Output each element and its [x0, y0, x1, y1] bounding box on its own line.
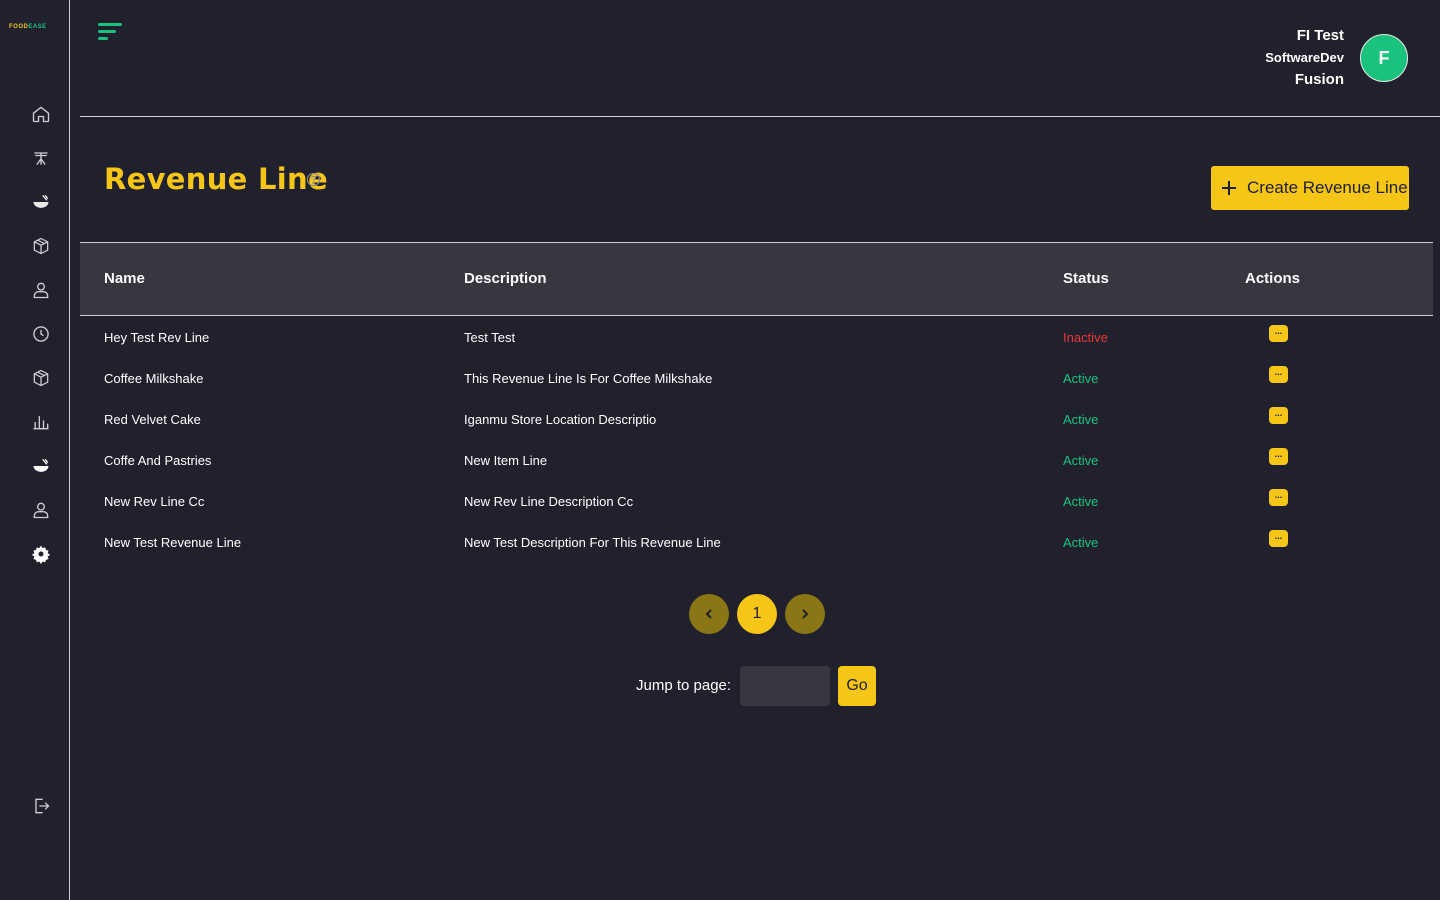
row-name: Hey Test Rev Line: [104, 330, 210, 345]
logo-text-ease: EASE: [28, 24, 47, 30]
home-icon: [32, 106, 50, 123]
row-description: Iganmu Store Location Descriptio: [464, 412, 657, 427]
sidebar-item-settings[interactable]: [29, 542, 53, 566]
user-name: FI Test: [1296, 27, 1344, 44]
sidebar-item-menu[interactable]: [29, 454, 53, 478]
chevron-left-icon: [705, 609, 712, 619]
table-row: Coffe And Pastries New Item Line Active …: [80, 439, 1433, 480]
jump-to-page-input[interactable]: [740, 666, 830, 706]
sidebar-item-home[interactable]: [29, 102, 53, 126]
box-icon: [33, 369, 49, 387]
user-info: FI Test SoftwareDev Fusion: [1265, 26, 1344, 90]
logo-text-food: FOOD: [9, 24, 29, 30]
chevron-right-icon: [802, 609, 809, 619]
row-actions-button[interactable]: ...: [1269, 407, 1288, 424]
row-description: New Item Line: [464, 453, 548, 468]
row-actions-button[interactable]: ...: [1269, 489, 1288, 506]
column-header-actions: Actions: [1245, 270, 1301, 287]
row-name: Coffee Milkshake: [104, 371, 204, 386]
menu-toggle-icon[interactable]: [98, 22, 124, 42]
more-icon: ...: [1274, 531, 1283, 541]
jump-to-page-label: Jump to page:: [636, 677, 732, 694]
row-actions-button[interactable]: ...: [1269, 325, 1288, 342]
sidebar-item-products[interactable]: [29, 366, 53, 390]
previous-page-button[interactable]: [689, 594, 729, 634]
row-name: New Test Revenue Line: [104, 535, 242, 550]
sidebar-item-inventory[interactable]: [29, 234, 53, 258]
status-badge: Active: [1063, 453, 1099, 468]
bar-chart-icon: [33, 416, 49, 430]
revenue-line-table: Name Description Status Actions Hey Test…: [80, 242, 1433, 562]
logout-button[interactable]: [29, 794, 53, 818]
status-badge: Active: [1063, 371, 1099, 386]
sidebar-item-dining[interactable]: [29, 146, 53, 170]
row-actions-button[interactable]: ...: [1269, 448, 1288, 465]
user-organization: SoftwareDev: [1265, 50, 1344, 65]
help-icon[interactable]: [306, 172, 321, 187]
avatar[interactable]: F: [1360, 34, 1408, 82]
app-logo[interactable]: FOODEASE: [9, 24, 47, 30]
table-row: New Rev Line Cc New Rev Line Description…: [80, 480, 1433, 521]
page-number-button[interactable]: 1: [737, 594, 777, 634]
status-badge: Active: [1063, 412, 1099, 427]
create-revenue-line-button[interactable]: Create Revenue Line: [1211, 166, 1409, 210]
clock-icon: [33, 326, 49, 342]
page-title: Revenue Line: [104, 162, 328, 196]
table-row: Coffee Milkshake This Revenue Line Is Fo…: [80, 357, 1433, 398]
table-header: Name Description Status Actions: [80, 242, 1433, 316]
logout-icon: [35, 798, 50, 814]
sidebar: FOODEASE: [0, 0, 70, 900]
row-name: Coffe And Pastries: [104, 453, 212, 468]
gear-icon: [31, 545, 51, 564]
dining-table-icon: [34, 152, 48, 166]
table-row: New Test Revenue Line New Test Descripti…: [80, 521, 1433, 562]
go-button[interactable]: Go: [838, 666, 876, 706]
create-button-label: Create Revenue Line: [1247, 178, 1408, 197]
table-row: Hey Test Rev Line Test Test Inactive ...: [80, 316, 1433, 357]
box-icon: [33, 237, 49, 255]
user-icon: [33, 502, 49, 519]
more-icon: ...: [1274, 490, 1283, 500]
status-badge: Active: [1063, 494, 1099, 509]
more-icon: ...: [1274, 367, 1283, 377]
plus-icon: [1222, 181, 1236, 195]
column-header-status[interactable]: Status: [1063, 270, 1109, 287]
sidebar-item-history[interactable]: [29, 322, 53, 346]
row-name: New Rev Line Cc: [104, 494, 205, 509]
table-row: Red Velvet Cake Iganmu Store Location De…: [80, 398, 1433, 439]
header-divider: [80, 116, 1440, 117]
column-header-name[interactable]: Name: [104, 270, 145, 287]
row-actions-button[interactable]: ...: [1269, 530, 1288, 547]
row-description: New Test Description For This Revenue Li…: [464, 535, 721, 550]
user-branch: Fusion: [1294, 71, 1344, 88]
status-badge: Inactive: [1063, 330, 1108, 345]
food-bowl-icon: [33, 194, 49, 208]
row-description: This Revenue Line Is For Coffee Milkshak…: [464, 371, 713, 386]
more-icon: ...: [1274, 449, 1283, 459]
sidebar-item-reports[interactable]: [29, 410, 53, 434]
more-icon: ...: [1274, 408, 1283, 418]
row-description: New Rev Line Description Cc: [464, 494, 634, 509]
row-actions-button[interactable]: ...: [1269, 366, 1288, 383]
row-name: Red Velvet Cake: [104, 412, 201, 427]
status-badge: Active: [1063, 535, 1099, 550]
sidebar-item-users[interactable]: [29, 278, 53, 302]
column-header-description[interactable]: Description: [464, 270, 547, 287]
sidebar-item-food[interactable]: [29, 190, 53, 214]
more-icon: ...: [1274, 326, 1283, 336]
food-bowl-icon: [33, 458, 49, 472]
next-page-button[interactable]: [785, 594, 825, 634]
sidebar-item-staff[interactable]: [29, 498, 53, 522]
row-description: Test Test: [464, 330, 516, 345]
user-icon: [33, 282, 49, 299]
